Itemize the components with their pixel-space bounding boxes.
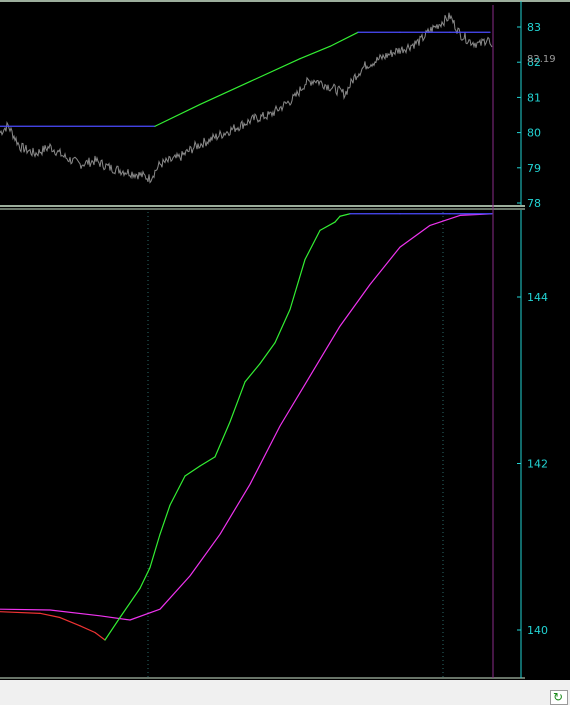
y-tick-label: 80 xyxy=(527,127,541,140)
y-tick-label: 142 xyxy=(527,458,548,471)
time-axis-strip xyxy=(0,680,570,705)
last-value-label: 82.19 xyxy=(527,54,556,65)
y-tick-label: 83 xyxy=(527,21,541,34)
chart-background xyxy=(0,0,570,705)
refresh-icon: ↻ xyxy=(553,690,564,704)
chart-canvas: 78798081828382.191401421440506 xyxy=(0,0,570,705)
y-tick-label: 144 xyxy=(527,291,548,304)
y-tick-label: 79 xyxy=(527,162,541,175)
y-tick-label: 81 xyxy=(527,91,541,104)
y-tick-label: 140 xyxy=(527,624,548,637)
refresh-button[interactable]: ↻ xyxy=(550,690,568,705)
y-tick-label: 78 xyxy=(527,197,541,210)
